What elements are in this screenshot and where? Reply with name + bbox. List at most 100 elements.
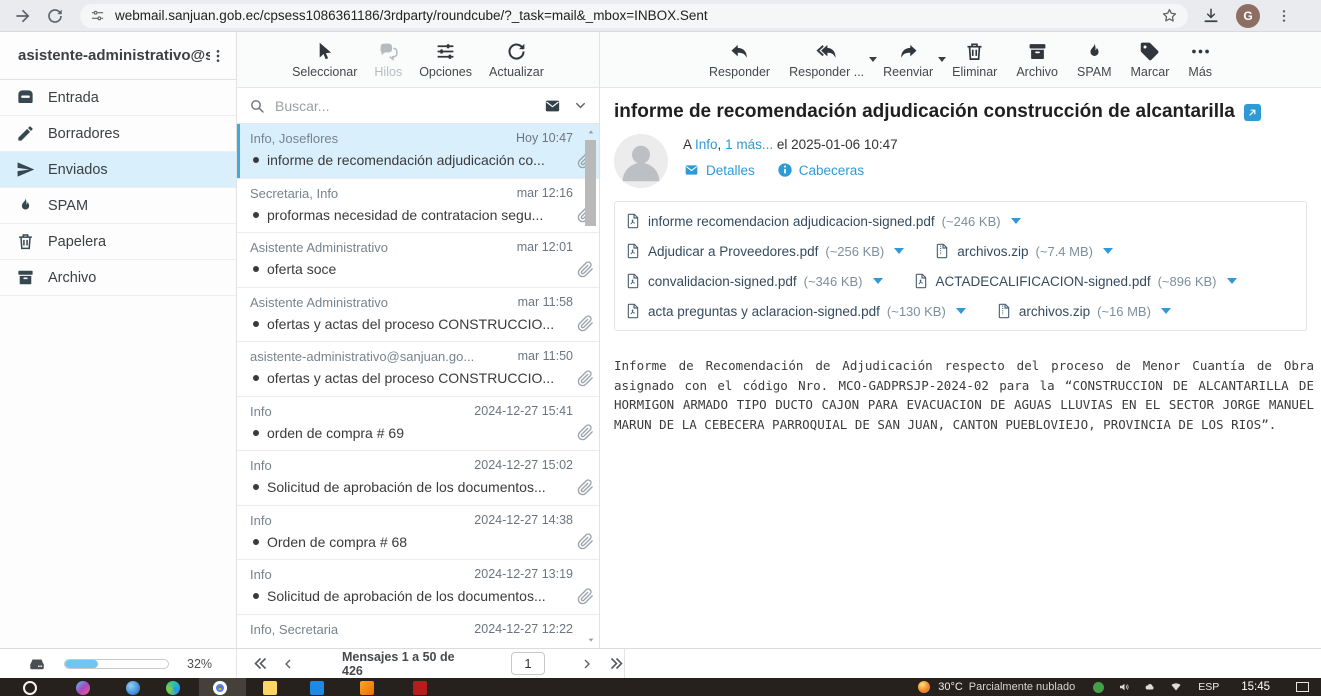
message-toolbar-button[interactable]: Marcar — [1129, 41, 1172, 79]
browser-profile-avatar[interactable]: G — [1236, 4, 1260, 28]
dropdown-caret-icon[interactable] — [869, 57, 877, 62]
message-list-row[interactable]: Info 2024-12-27 14:38 Orden de compra # … — [237, 506, 599, 561]
search-scope-mail-icon[interactable] — [543, 98, 562, 114]
message-date: mar 12:01 — [517, 240, 573, 255]
scroll-down-icon[interactable] — [586, 636, 596, 644]
dropdown-caret-icon[interactable] — [938, 57, 946, 62]
list-toolbar-button[interactable]: Opciones — [417, 41, 474, 79]
network-icon[interactable] — [1170, 681, 1182, 693]
chrome-icon[interactable] — [213, 681, 227, 695]
attachment-menu-caret-icon[interactable] — [894, 248, 904, 254]
weather-icon[interactable] — [918, 681, 930, 693]
message-toolbar-button[interactable]: Más — [1186, 41, 1214, 79]
attachment-name[interactable]: ACTADECALIFICACION-signed.pdf — [936, 274, 1151, 289]
details-toggle[interactable]: Detalles — [683, 163, 755, 178]
search-options-chevron-icon[interactable] — [574, 99, 587, 112]
attachment-name[interactable]: informe recomendacion adjudicacion-signe… — [648, 214, 935, 229]
message-list-row[interactable]: Secretaria, Info mar 12:16 proformas nec… — [237, 179, 599, 234]
copilot-icon[interactable] — [76, 681, 90, 695]
scroll-up-icon[interactable] — [586, 128, 596, 136]
scrollbar-thumb[interactable] — [585, 140, 596, 226]
antivirus-tray-icon[interactable] — [1093, 682, 1104, 693]
message-list-row[interactable]: asistente-administrativo@sanjuan.go... m… — [237, 342, 599, 397]
last-page-icon[interactable] — [609, 656, 624, 671]
search-taskbar-icon[interactable] — [23, 681, 37, 695]
message-from: Info — [250, 513, 466, 528]
sidebar-folder-item[interactable]: Enviados — [0, 152, 236, 188]
message-list-row[interactable]: Info 2024-12-27 15:02 Solicitud de aprob… — [237, 451, 599, 506]
list-toolbar-button[interactable]: Hilos — [372, 41, 404, 79]
list-toolbar-button[interactable]: Seleccionar — [290, 41, 359, 79]
attachment-item[interactable]: acta preguntas y aclaracion-signed.pdf (… — [625, 302, 966, 320]
message-toolbar-button[interactable]: SPAM — [1075, 41, 1114, 79]
forward-arrow-icon[interactable] — [14, 7, 32, 25]
list-toolbar-button[interactable]: Actualizar — [487, 41, 546, 79]
attachment-name[interactable]: Adjudicar a Proveedores.pdf — [648, 244, 818, 259]
attachment-menu-caret-icon[interactable] — [1227, 278, 1237, 284]
reload-icon[interactable] — [46, 7, 64, 25]
address-bar[interactable]: webmail.sanjuan.gob.ec/cpsess1086361186/… — [80, 4, 1188, 28]
attachment-name[interactable]: archivos.zip — [957, 244, 1028, 259]
message-list-row[interactable]: Info, Joseflores Hoy 10:47 informe de re… — [237, 124, 599, 179]
first-page-icon[interactable] — [253, 656, 268, 671]
next-page-icon[interactable] — [581, 658, 593, 670]
acrobat-icon[interactable] — [413, 681, 427, 695]
attachment-item[interactable]: informe recomendacion adjudicacion-signe… — [625, 212, 1021, 230]
attachment-menu-caret-icon[interactable] — [1103, 248, 1113, 254]
message-toolbar-button[interactable]: Reenviar — [881, 41, 935, 79]
internet-explorer-icon[interactable] — [126, 681, 140, 695]
language-indicator[interactable]: ESP — [1198, 681, 1219, 693]
attachment-item[interactable]: Adjudicar a Proveedores.pdf (~256 KB) — [625, 242, 904, 260]
sidebar-folder-item[interactable]: SPAM — [0, 188, 236, 224]
attachment-menu-caret-icon[interactable] — [1161, 308, 1171, 314]
message-list-row[interactable]: Asistente Administrativo mar 11:58 ofert… — [237, 288, 599, 343]
volume-icon[interactable] — [1118, 681, 1130, 693]
attachment-item[interactable]: archivos.zip (~16 MB) — [996, 302, 1171, 320]
notification-center-icon[interactable] — [1296, 682, 1309, 692]
search-input[interactable] — [275, 98, 543, 114]
headers-toggle[interactable]: Cabeceras — [777, 162, 864, 178]
attachment-item[interactable]: archivos.zip (~7.4 MB) — [934, 242, 1113, 260]
download-icon[interactable] — [1202, 7, 1220, 25]
message-toolbar-button[interactable]: Responder ... — [787, 41, 866, 79]
open-external-icon[interactable] — [1244, 104, 1261, 121]
attachment-item[interactable]: ACTADECALIFICACION-signed.pdf (~896 KB) — [913, 272, 1237, 290]
browser-menu-icon[interactable] — [1276, 8, 1292, 24]
account-menu-icon[interactable] — [210, 48, 226, 64]
sidebar-folder-item[interactable]: Archivo — [0, 260, 236, 296]
attachment-menu-caret-icon[interactable] — [1011, 218, 1021, 224]
list-scrollbar[interactable] — [584, 126, 598, 646]
weather-temperature[interactable]: 30°C — [938, 681, 963, 693]
attachment-name[interactable]: acta preguntas y aclaracion-signed.pdf — [648, 304, 880, 319]
message-list-row[interactable]: Info, Secretaria 2024-12-27 12:22 — [237, 615, 599, 649]
sidebar-folder-item[interactable]: Borradores — [0, 116, 236, 152]
prev-page-icon[interactable] — [282, 658, 294, 670]
attachment-menu-caret-icon[interactable] — [873, 278, 883, 284]
office-app-icon[interactable] — [360, 681, 374, 695]
sidebar-folder-item[interactable]: Entrada — [0, 80, 236, 116]
more-recipients-link[interactable]: 1 más... — [725, 137, 773, 152]
attachment-name[interactable]: archivos.zip — [1019, 304, 1090, 319]
message-toolbar-button[interactable]: Archivo — [1014, 41, 1060, 79]
site-settings-icon[interactable] — [90, 8, 105, 23]
flame-icon — [16, 196, 35, 215]
edge-icon[interactable] — [166, 681, 180, 695]
taskbar-clock[interactable]: 15:45 — [1241, 681, 1270, 693]
message-list-row[interactable]: Info 2024-12-27 15:41 orden de compra # … — [237, 397, 599, 452]
recipient-link[interactable]: Info — [695, 137, 718, 152]
message-list-row[interactable]: Asistente Administrativo mar 12:01 ofert… — [237, 233, 599, 288]
bookmark-star-icon[interactable] — [1161, 7, 1178, 24]
file-explorer-icon[interactable] — [263, 681, 277, 695]
weather-condition[interactable]: Parcialmente nublado — [969, 681, 1075, 693]
message-toolbar-button[interactable]: Eliminar — [950, 41, 999, 79]
message-list-row[interactable]: Info 2024-12-27 13:19 Solicitud de aprob… — [237, 560, 599, 615]
page-number-input[interactable] — [511, 652, 545, 675]
attachment-name[interactable]: convalidacion-signed.pdf — [648, 274, 797, 289]
cloud-tray-icon[interactable] — [1144, 681, 1156, 693]
sidebar-folder-item[interactable]: Papelera — [0, 224, 236, 260]
attachment-item[interactable]: convalidacion-signed.pdf (~346 KB) — [625, 272, 883, 290]
url-text[interactable]: webmail.sanjuan.gob.ec/cpsess1086361186/… — [115, 8, 1161, 23]
message-toolbar-button[interactable]: Responder — [707, 41, 772, 79]
mail-app-icon[interactable] — [310, 681, 324, 695]
attachment-menu-caret-icon[interactable] — [956, 308, 966, 314]
